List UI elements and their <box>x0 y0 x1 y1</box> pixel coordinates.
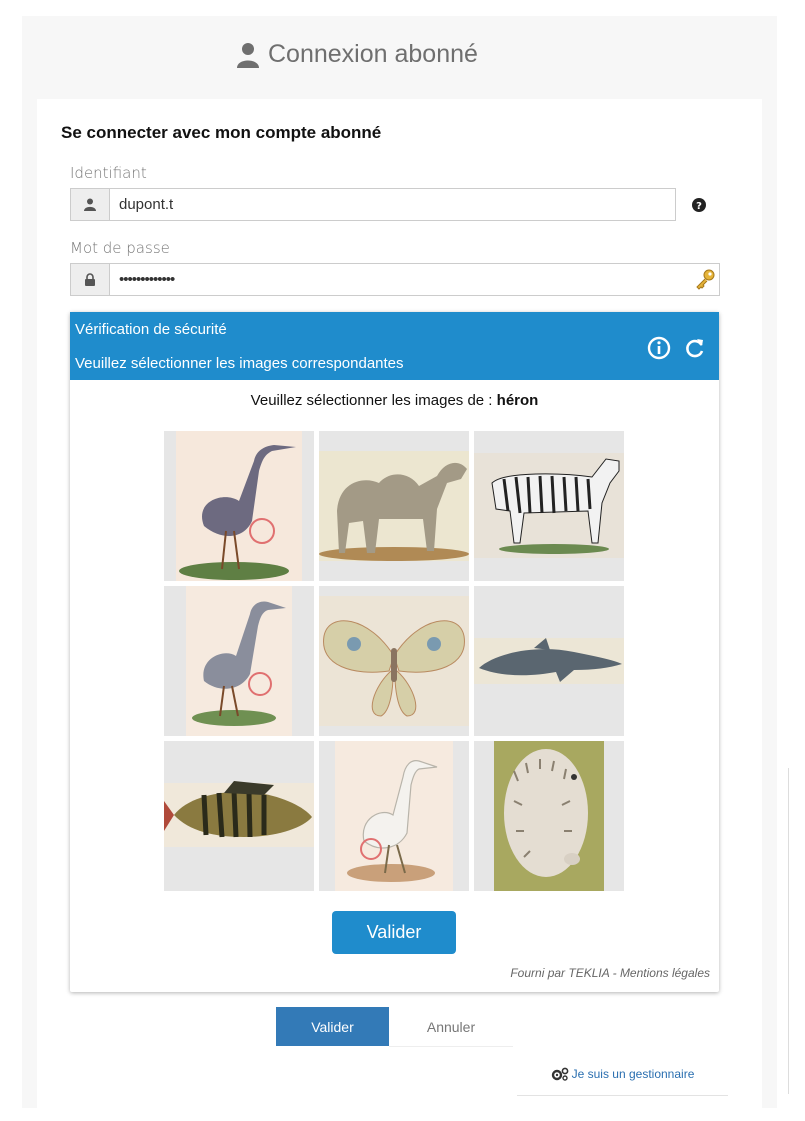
key-icon[interactable] <box>694 268 716 290</box>
captcha-credit[interactable]: Fourni par TEKLIA - Mentions légales <box>510 966 710 980</box>
captcha-tile-zebra[interactable] <box>474 431 624 581</box>
password-field[interactable]: ••••••••••••• <box>109 263 720 296</box>
zebra-image <box>474 453 624 558</box>
password-label: Mot de passe <box>70 239 170 257</box>
heron-image <box>176 431 302 581</box>
username-label: Identifiant <box>70 164 147 182</box>
captcha-grid <box>164 431 624 891</box>
user-icon <box>70 188 109 221</box>
panel-title: Connexion abonné <box>236 40 478 69</box>
username-group: dupont.t <box>70 188 676 221</box>
egret-image <box>335 741 453 891</box>
cancel-button[interactable]: Annuler <box>389 1007 513 1047</box>
panel-title-text: Connexion abonné <box>268 40 478 68</box>
manager-link-label: Je suis un gestionnaire <box>571 1067 695 1081</box>
captcha-tile-hedgehog[interactable] <box>474 741 624 891</box>
password-value: ••••••••••••• <box>119 271 175 288</box>
camel-image <box>319 451 469 561</box>
info-icon[interactable] <box>647 336 671 360</box>
captcha-submit-button[interactable]: Valider <box>332 911 456 954</box>
question-circle-icon: ? <box>692 197 706 212</box>
captcha-title: Vérification de sécurité <box>75 321 227 338</box>
svg-text:?: ? <box>696 201 702 212</box>
manager-link[interactable]: Je suis un gestionnaire <box>517 1053 728 1096</box>
captcha-tile-perch[interactable] <box>164 741 314 891</box>
lock-icon <box>70 263 109 296</box>
captcha-tile-egret[interactable] <box>319 741 469 891</box>
captcha-tile-heron-1[interactable] <box>164 431 314 581</box>
form-subtitle: Se connecter avec mon compte abonné <box>61 123 382 142</box>
perch-image <box>164 781 314 847</box>
captcha-actions <box>647 336 707 360</box>
user-icon <box>237 42 259 68</box>
captcha-header: Vérification de sécurité Veuillez sélect… <box>70 312 719 380</box>
captcha-tile-dolphin[interactable] <box>474 586 624 736</box>
divider <box>788 768 789 1094</box>
captcha-widget: Vérification de sécurité Veuillez sélect… <box>70 312 719 992</box>
gears-icon <box>551 1067 569 1081</box>
captcha-tile-moth[interactable] <box>319 586 469 736</box>
captcha-tile-camel[interactable] <box>319 431 469 581</box>
moth-image <box>319 596 469 726</box>
captcha-tile-heron-2[interactable] <box>164 586 314 736</box>
password-group: ••••••••••••• <box>70 263 720 296</box>
hedgehog-image <box>494 741 604 891</box>
refresh-icon[interactable] <box>683 336 707 360</box>
captcha-target: héron <box>496 392 539 409</box>
dolphin-image <box>474 638 624 684</box>
captcha-prompt: Veuillez sélectionner les images de : hé… <box>250 392 539 409</box>
captcha-instruction: Veuillez sélectionner les images corresp… <box>75 355 404 372</box>
login-submit-button[interactable]: Valider <box>276 1007 389 1046</box>
help-button[interactable]: ? <box>681 189 717 220</box>
heron-image <box>186 586 292 736</box>
username-field[interactable]: dupont.t <box>109 188 676 221</box>
